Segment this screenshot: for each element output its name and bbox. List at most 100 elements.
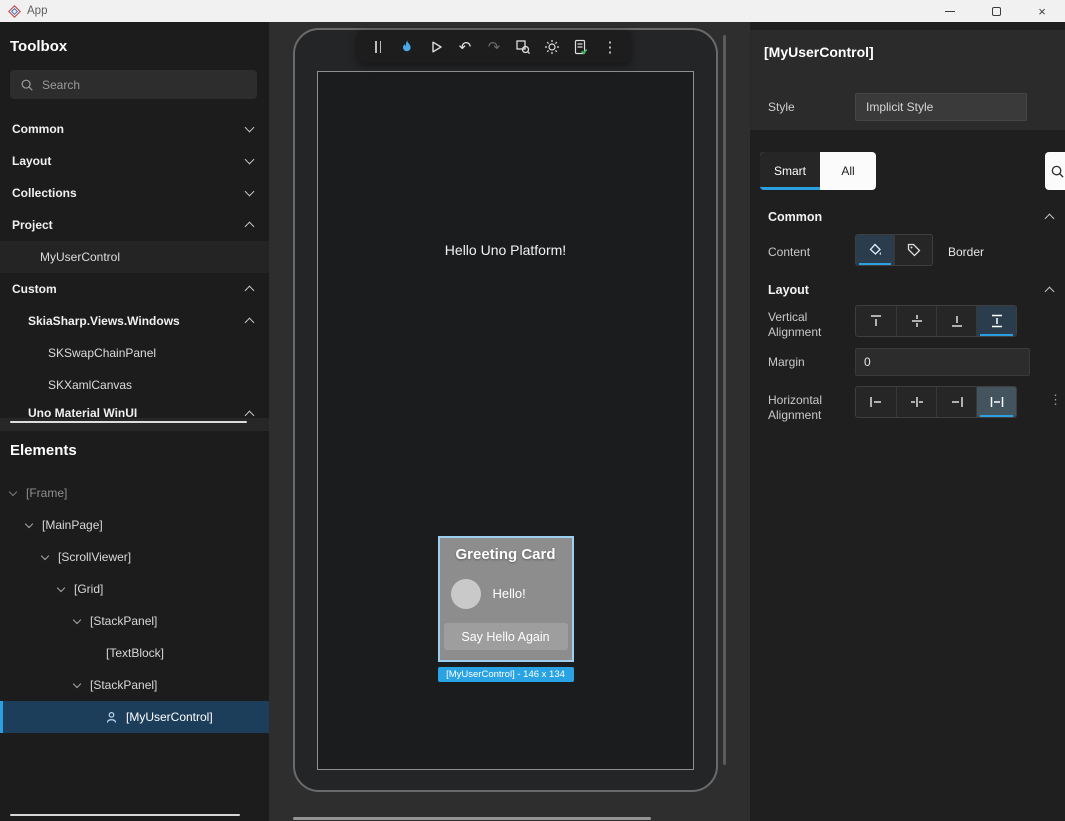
phone-frame: Hello Uno Platform! Greeting Card Hello!…: [293, 28, 718, 792]
expander-icon[interactable]: [25, 519, 33, 527]
chevron-up-icon: [245, 222, 255, 232]
element-node-stackpanel-2[interactable]: [StackPanel]: [0, 669, 269, 701]
valign-top-button[interactable]: [856, 306, 896, 336]
chevron-up-icon: [245, 318, 255, 328]
horizontal-alignment-label: Horizontal Alignment: [768, 393, 834, 423]
style-input[interactable]: [855, 93, 1027, 121]
say-hello-again-button[interactable]: Say Hello Again: [444, 623, 568, 650]
card-avatar-circle[interactable]: [451, 579, 481, 609]
form-check-icon[interactable]: [572, 38, 590, 56]
toolbox-section-layout[interactable]: Layout: [0, 145, 269, 177]
halign-left-button[interactable]: [856, 387, 896, 417]
expander-icon[interactable]: [73, 679, 81, 687]
properties-header: [MyUserControl] Style: [750, 30, 1065, 130]
content-value[interactable]: Border: [948, 245, 984, 259]
left-sidebar: Toolbox Common Layout Collections Projec…: [0, 22, 269, 821]
search-icon: [20, 78, 34, 92]
section-layout[interactable]: Layout: [768, 278, 1053, 302]
tab-smart[interactable]: Smart: [760, 152, 820, 190]
theme-sun-icon[interactable]: [543, 38, 561, 56]
panel-scrollbar-dots[interactable]: ⋮: [1049, 392, 1062, 408]
search-input[interactable]: [42, 78, 247, 92]
toolbox-section-common[interactable]: Common: [0, 113, 269, 145]
element-node-textblock[interactable]: [TextBlock]: [0, 637, 269, 669]
element-node-myusercontrol[interactable]: [MyUserControl]: [0, 701, 269, 733]
toolbox-search[interactable]: [10, 70, 257, 99]
toolbox-group-skiasharp[interactable]: SkiaSharp.Views.Windows: [0, 305, 269, 337]
halign-stretch-button[interactable]: [976, 387, 1016, 417]
section-common[interactable]: Common: [768, 205, 1053, 229]
elements-title: Elements: [10, 442, 77, 459]
vertical-alignment-group: [855, 305, 1017, 337]
selected-control-title: [MyUserControl]: [764, 44, 874, 60]
expander-icon[interactable]: [41, 551, 49, 559]
element-node-mainpage[interactable]: [MainPage]: [0, 509, 269, 541]
close-button[interactable]: ×: [1019, 0, 1065, 22]
margin-label: Margin: [768, 355, 850, 370]
element-node-scrollviewer[interactable]: [ScrollViewer]: [0, 541, 269, 573]
expander-icon[interactable]: [9, 487, 17, 495]
design-canvas: Hello Uno Platform! Greeting Card Hello!…: [269, 22, 750, 821]
selection-wrapper: Greeting Card Hello! Say Hello Again [My…: [438, 536, 574, 682]
toolbox-elements-splitter[interactable]: [0, 418, 269, 431]
window-controls: ×: [927, 0, 1065, 22]
hello-textblock[interactable]: Hello Uno Platform!: [318, 242, 693, 258]
more-icon[interactable]: ⋮: [601, 38, 619, 56]
designer-toolbar: ↶ ↷ ⋮: [357, 30, 631, 63]
toolbox-item-skswapchainpanel[interactable]: SKSwapChainPanel: [0, 337, 269, 369]
toolbox-item-skxamlcanvas[interactable]: SKXamlCanvas: [0, 369, 269, 401]
selection-size-badge: [MyUserControl] - 146 x 134: [438, 667, 574, 682]
valign-center-button[interactable]: [896, 306, 936, 336]
element-node-frame[interactable]: [Frame]: [0, 477, 269, 509]
toolbox-section-collections[interactable]: Collections: [0, 177, 269, 209]
app-title: App: [27, 5, 47, 17]
canvas-horizontal-scrollbar[interactable]: [293, 817, 651, 820]
properties-tabs: Smart All: [760, 152, 876, 190]
titlebar: App ×: [0, 0, 1065, 22]
content-editor-toggle: [855, 234, 933, 266]
expander-icon[interactable]: [57, 583, 65, 591]
chevron-up-icon: [1045, 214, 1055, 224]
toolbox-section-custom[interactable]: Custom: [0, 273, 269, 305]
maximize-button[interactable]: [973, 0, 1019, 22]
toolbox-item-myusercontrol[interactable]: MyUserControl: [0, 241, 269, 273]
greeting-card-control[interactable]: Greeting Card Hello! Say Hello Again: [438, 536, 574, 662]
grip-icon[interactable]: [369, 38, 387, 56]
content-tag-button[interactable]: [894, 235, 932, 265]
valign-bottom-button[interactable]: [936, 306, 976, 336]
properties-search-button[interactable]: [1045, 152, 1065, 190]
content-fill-button[interactable]: [856, 235, 894, 265]
inspect-element-icon[interactable]: [514, 38, 532, 56]
minimize-button[interactable]: [927, 0, 973, 22]
valign-stretch-button[interactable]: [976, 306, 1016, 336]
chevron-down-icon: [245, 123, 255, 133]
play-icon[interactable]: [427, 38, 445, 56]
element-node-stackpanel-1[interactable]: [StackPanel]: [0, 605, 269, 637]
hot-reload-flame-icon[interactable]: [398, 38, 416, 56]
toolbox-title: Toolbox: [10, 38, 67, 55]
toolbox-section-project[interactable]: Project: [0, 209, 269, 241]
sidebar-scrollbar[interactable]: [10, 814, 240, 816]
redo-icon[interactable]: ↷: [485, 38, 503, 56]
undo-icon[interactable]: ↶: [456, 38, 474, 56]
splitter-handle[interactable]: [10, 421, 247, 423]
halign-right-button[interactable]: [936, 387, 976, 417]
app-screen: Hello Uno Platform! Greeting Card Hello!…: [317, 71, 694, 770]
app-logo-icon: [8, 5, 21, 18]
halign-center-button[interactable]: [896, 387, 936, 417]
horizontal-alignment-group: [855, 386, 1017, 418]
chevron-up-icon: [245, 286, 255, 296]
canvas-vertical-scrollbar[interactable]: [723, 35, 726, 765]
chevron-up-icon: [1045, 287, 1055, 297]
chevron-down-icon: [245, 187, 255, 197]
usercontrol-icon: [104, 710, 119, 725]
margin-input[interactable]: [855, 348, 1030, 376]
card-title: Greeting Card: [440, 546, 572, 563]
element-node-grid[interactable]: [Grid]: [0, 573, 269, 605]
expander-icon[interactable]: [73, 615, 81, 623]
chevron-down-icon: [245, 155, 255, 165]
search-icon: [1050, 164, 1065, 179]
tab-all[interactable]: All: [820, 152, 876, 190]
properties-panel: [MyUserControl] Style Smart All Common C…: [750, 22, 1065, 821]
style-label: Style: [768, 100, 795, 114]
